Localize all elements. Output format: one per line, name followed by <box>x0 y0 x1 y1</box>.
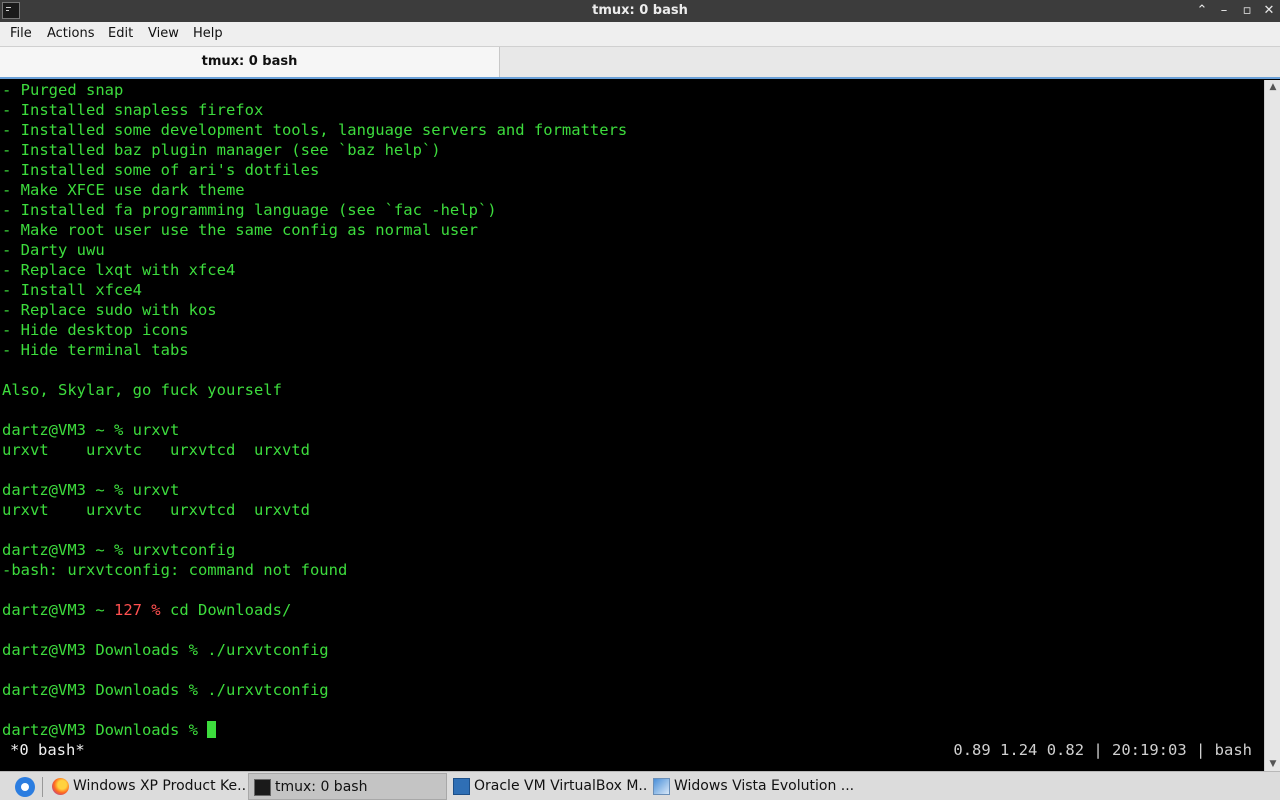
scroll-down-icon[interactable]: ▼ <box>1265 757 1280 771</box>
close-button[interactable]: ✕ <box>1259 2 1279 20</box>
terminal-line: urxvt urxvtc urxvtcd urxvtd <box>2 441 310 459</box>
terminal-line: - Installed some of ari's dotfiles <box>2 161 320 179</box>
scroll-up-icon[interactable]: ▲ <box>1265 80 1280 94</box>
terminal-icon <box>254 779 271 796</box>
terminal-line: - Installed fa programming language (see… <box>2 201 497 219</box>
tab-bar: tmux: 0 bash <box>0 47 1280 79</box>
task-label: Windows XP Product Ke... <box>73 778 247 794</box>
menu-file[interactable]: File <box>10 26 32 41</box>
taskbar-separator <box>42 777 43 797</box>
task-firefox[interactable]: Windows XP Product Ke... <box>47 773 247 800</box>
terminal-line: dartz@VM3 ~ % urxvt <box>2 421 180 439</box>
vista-icon <box>653 778 670 795</box>
menu-edit[interactable]: Edit <box>108 26 133 41</box>
exit-code: 127 % <box>113 601 161 619</box>
tab-tmux-bash[interactable]: tmux: 0 bash <box>0 47 500 77</box>
terminal-line: - Installed baz plugin manager (see `baz… <box>2 141 441 159</box>
terminal-prompt-line: dartz@VM3 Downloads % <box>2 720 217 740</box>
terminal-line: dartz@VM3 ~ % urxvtconfig <box>2 541 236 559</box>
task-label: Widows Vista Evolution ... <box>674 778 853 794</box>
menu-help[interactable]: Help <box>193 26 223 41</box>
taskbar: Windows XP Product Ke... tmux: 0 bash Or… <box>0 771 1280 800</box>
text-cursor <box>207 721 217 738</box>
menu-bar: File Actions Edit View Help <box>0 22 1280 47</box>
task-label: tmux: 0 bash <box>275 779 368 795</box>
terminal-line: - Hide desktop icons <box>2 321 189 339</box>
window-titlebar[interactable]: tmux: 0 bash ⌃ – ▫ ✕ <box>0 0 1280 22</box>
task-label: Oracle VM VirtualBox M... <box>474 778 648 794</box>
terminal-line: - Installed snapless firefox <box>2 101 264 119</box>
terminal-line: - Hide terminal tabs <box>2 341 189 359</box>
terminal-line: dartz@VM3 ~ % urxvt <box>2 481 180 499</box>
firefox-icon <box>52 778 69 795</box>
terminal-line: - Installed some development tools, lang… <box>2 121 628 139</box>
restore-button[interactable]: – <box>1214 2 1234 20</box>
terminal-line: dartz@VM3 Downloads % ./urxvtconfig <box>2 641 329 659</box>
terminal-line: Also, Skylar, go fuck yourself <box>2 381 282 399</box>
terminal-line: -bash: urxvtconfig: command not found <box>2 561 348 579</box>
minimize-button[interactable]: ⌃ <box>1192 2 1212 20</box>
terminal-line: dartz@VM3 Downloads % ./urxvtconfig <box>2 681 329 699</box>
terminal-line: urxvt urxvtc urxvtcd urxvtd <box>2 501 310 519</box>
terminal-line: - Make root user use the same config as … <box>2 221 478 239</box>
task-vista-evolution[interactable]: Widows Vista Evolution ... <box>648 773 853 800</box>
window-title: tmux: 0 bash <box>592 3 688 18</box>
task-terminal[interactable]: tmux: 0 bash <box>248 773 447 800</box>
terminal-line: - Install xfce4 <box>2 281 142 299</box>
terminal-scrollbar[interactable]: ▲ ▼ <box>1264 80 1280 771</box>
menu-actions[interactable]: Actions <box>47 26 95 41</box>
terminal-output[interactable]: - Purged snap - Installed snapless firef… <box>0 80 1264 771</box>
prompt-prefix: dartz@VM3 ~ <box>2 601 114 619</box>
tmux-window-status: *0 bash* <box>10 741 85 759</box>
launcher-icon[interactable] <box>15 777 35 797</box>
tmux-status-right: 0.89 1.24 0.82 | 20:19:03 | bash <box>953 741 1252 759</box>
prompt: dartz@VM3 Downloads % <box>2 721 208 739</box>
terminal-line: - Darty uwu <box>2 241 105 259</box>
terminal-line: - Purged snap <box>2 81 124 99</box>
terminal-line: - Make XFCE use dark theme <box>2 181 245 199</box>
terminal-line: - Replace lxqt with xfce4 <box>2 261 236 279</box>
menu-view[interactable]: View <box>148 26 179 41</box>
task-virtualbox[interactable]: Oracle VM VirtualBox M... <box>448 773 648 800</box>
maximize-button[interactable]: ▫ <box>1237 2 1257 20</box>
terminal-line-error-prompt: dartz@VM3 ~ 127 % cd Downloads/ <box>2 600 291 620</box>
virtualbox-icon <box>453 778 470 795</box>
terminal-line: - Replace sudo with kos <box>2 301 217 319</box>
prompt-command: cd Downloads/ <box>160 601 292 619</box>
